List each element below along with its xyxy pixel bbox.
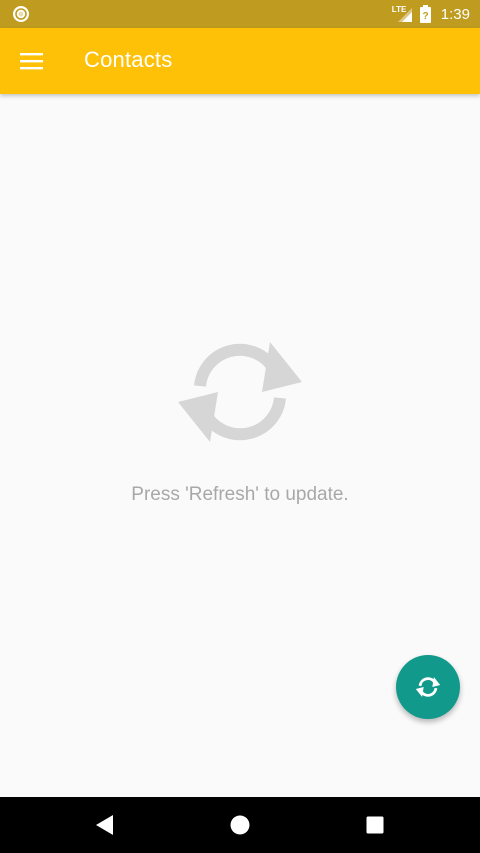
svg-text:?: ? (422, 11, 428, 22)
battery-icon: ? (419, 5, 431, 23)
app-bar: Contacts (0, 28, 480, 94)
status-bar: LTE ? 1:39 (0, 0, 480, 28)
back-icon (96, 815, 113, 835)
refresh-fab[interactable] (396, 655, 460, 719)
refresh-icon (178, 342, 302, 442)
page-title: Contacts (84, 47, 173, 72)
lte-signal-icon: LTE (392, 5, 414, 23)
status-time: 1:39 (440, 5, 470, 23)
contacts-screen: LTE ? 1:39 Contacts Press 'Refresh' to u… (0, 0, 480, 853)
sync-circle-icon (13, 6, 29, 22)
empty-state-message: Press 'Refresh' to update. (131, 484, 349, 505)
status-icons: LTE ? 1:39 (392, 0, 470, 28)
home-button[interactable] (210, 797, 270, 853)
navigation-bar (0, 797, 480, 853)
back-button[interactable] (75, 797, 135, 853)
recents-button[interactable] (345, 797, 405, 853)
home-icon (230, 815, 250, 835)
menu-button[interactable] (14, 43, 50, 79)
hamburger-menu-icon (20, 53, 43, 70)
recents-icon (366, 816, 384, 834)
refresh-icon (415, 677, 441, 697)
